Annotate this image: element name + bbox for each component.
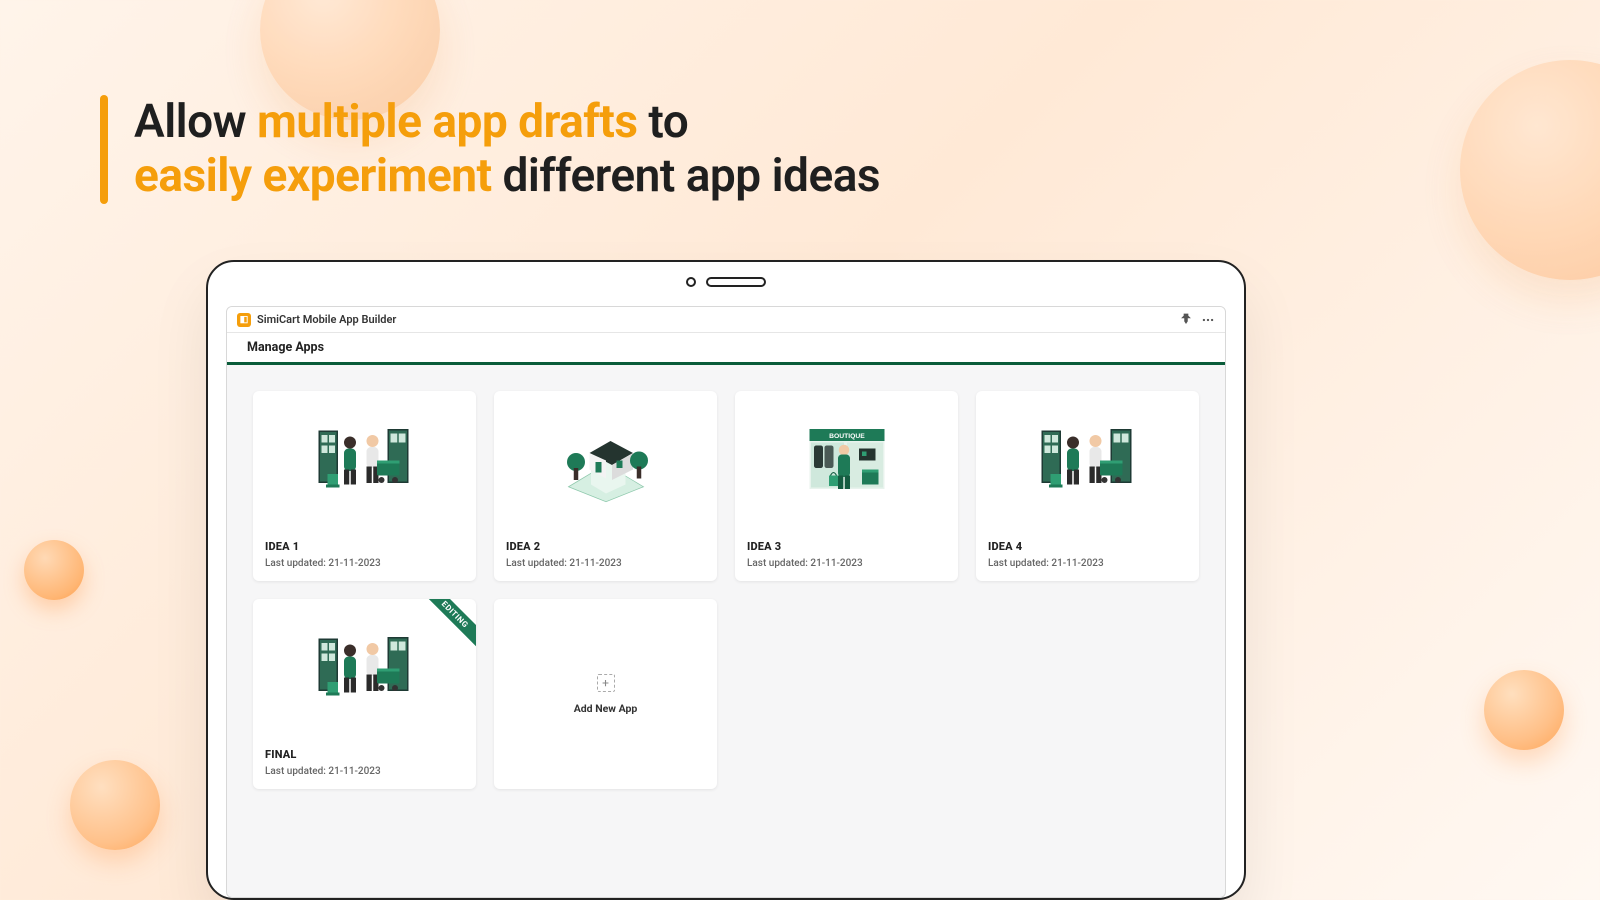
app-card-meta: IDEA 2 Last updated: 21-11-2023 xyxy=(494,530,717,581)
section-title: Manage Apps xyxy=(247,340,324,355)
headline-part: Allow xyxy=(134,95,257,149)
app-card-meta: IDEA 4 Last updated: 21-11-2023 xyxy=(976,530,1199,581)
app-card-title: IDEA 1 xyxy=(265,540,464,553)
headline-accent-bar xyxy=(100,95,108,204)
app-card-thumbnail: BOUTIQUE xyxy=(735,391,958,530)
app-card-meta: FINAL Last updated: 21-11-2023 xyxy=(253,738,476,789)
headline-accent: multiple app drafts xyxy=(257,95,637,149)
app-logo-icon: ◧ xyxy=(237,313,251,327)
app-card-meta: IDEA 1 Last updated: 21-11-2023 xyxy=(253,530,476,581)
add-new-app-label: Add New App xyxy=(574,702,638,715)
app-card-subtitle: Last updated: 21-11-2023 xyxy=(506,558,705,569)
bg-sphere xyxy=(24,540,84,600)
add-new-app-card[interactable]: + Add New App xyxy=(494,599,717,789)
app-card[interactable]: IDEA 1 Last updated: 21-11-2023 xyxy=(253,391,476,581)
tablet-speaker-icon xyxy=(706,277,766,287)
app-card-thumbnail xyxy=(976,391,1199,530)
app-card-title: IDEA 2 xyxy=(506,540,705,553)
app-card-thumbnail xyxy=(494,391,717,530)
app-titlebar: ◧ SimiCart Mobile App Builder xyxy=(227,307,1225,333)
headline-part: to xyxy=(637,95,688,149)
app-window: ◧ SimiCart Mobile App Builder Manage App… xyxy=(226,306,1226,898)
app-card-subtitle: Last updated: 21-11-2023 xyxy=(265,558,464,569)
bg-sphere xyxy=(1484,670,1564,750)
tablet-frame: ◧ SimiCart Mobile App Builder Manage App… xyxy=(206,260,1246,900)
app-card[interactable]: BOUTIQUE IDEA 3 Last updated: 21-11-2023 xyxy=(735,391,958,581)
headline-text: Allow multiple app drafts to easily expe… xyxy=(134,95,880,204)
app-card[interactable]: EDITINGFINALLast updated: 21-11-2023 xyxy=(253,599,476,789)
apps-grid: IDEA 1 Last updated: 21-11-2023 IDEA 2 Las… xyxy=(227,365,1225,815)
headline-accent: easily experiment xyxy=(134,149,492,203)
app-card-title: IDEA 3 xyxy=(747,540,946,553)
app-card-thumbnail xyxy=(253,391,476,530)
section-header: Manage Apps xyxy=(227,333,1225,365)
tablet-top-bar xyxy=(208,262,1244,302)
app-card-subtitle: Last updated: 21-11-2023 xyxy=(747,558,946,569)
pin-icon[interactable] xyxy=(1179,313,1193,327)
tablet-camera-icon xyxy=(686,277,696,287)
app-card[interactable]: IDEA 4 Last updated: 21-11-2023 xyxy=(976,391,1199,581)
app-card-title: IDEA 4 xyxy=(988,540,1187,553)
app-card-thumbnail xyxy=(253,599,476,738)
app-card-meta: IDEA 3 Last updated: 21-11-2023 xyxy=(735,530,958,581)
headline-part: different app ideas xyxy=(492,149,881,203)
bg-sphere xyxy=(1460,60,1600,280)
svg-text:BOUTIQUE: BOUTIQUE xyxy=(829,433,865,440)
app-card-subtitle: Last updated: 21-11-2023 xyxy=(265,766,464,777)
app-title: SimiCart Mobile App Builder xyxy=(257,313,396,326)
app-card-subtitle: Last updated: 21-11-2023 xyxy=(988,558,1187,569)
more-icon[interactable] xyxy=(1201,313,1215,327)
add-icon: + xyxy=(597,674,615,692)
app-card[interactable]: IDEA 2 Last updated: 21-11-2023 xyxy=(494,391,717,581)
app-card-title: FINAL xyxy=(265,748,464,761)
bg-sphere xyxy=(70,760,160,850)
headline: Allow multiple app drafts to easily expe… xyxy=(100,95,880,204)
